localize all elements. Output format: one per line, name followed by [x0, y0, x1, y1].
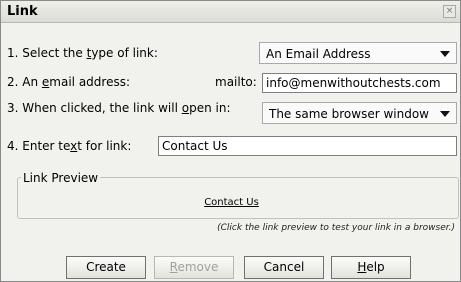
link-text-input[interactable]: Contact Us [158, 136, 457, 156]
open-in-label: 3. When clicked, the link will open in: [7, 101, 230, 115]
link-type-label-text-end: ype of link: [91, 46, 158, 60]
email-address-input[interactable]: info@menwithoutchests.com [262, 73, 457, 93]
link-text-label-text-end: t for link: [77, 139, 132, 153]
title-bar: Link × [1, 1, 460, 23]
link-preview[interactable]: Contact Us [1, 197, 461, 208]
chevron-down-icon [440, 111, 450, 117]
chevron-down-icon [440, 51, 450, 57]
close-icon[interactable]: × [443, 5, 456, 18]
link-type-label-text: 1. Select the [7, 46, 87, 60]
link-type-label: 1. Select the type of link: [7, 46, 158, 60]
link-text-label-text: 4. Enter te [7, 139, 71, 153]
remove-button[interactable]: Remove [154, 256, 234, 279]
cancel-button[interactable]: Cancel [244, 256, 324, 279]
dialog-title: Link [7, 4, 38, 19]
email-address-value: info@menwithoutchests.com [266, 76, 441, 90]
email-label-text: 2. An [7, 75, 42, 89]
email-label-text-end: mail address: [49, 75, 131, 89]
link-text-label: 4. Enter text for link: [7, 139, 131, 153]
help-button[interactable]: Help [331, 256, 411, 279]
open-in-value: The same browser window [269, 107, 429, 121]
help-button-label: elp [366, 260, 385, 274]
link-preview-legend: Link Preview [21, 171, 101, 185]
help-button-accel: H [357, 260, 367, 274]
open-in-select[interactable]: The same browser window [262, 102, 457, 124]
email-label: 2. An email address: [7, 75, 130, 89]
preview-hint: (Click the link preview to test your lin… [217, 223, 455, 233]
link-type-select[interactable]: An Email Address [259, 42, 457, 64]
remove-button-label: emove [177, 260, 219, 274]
open-in-label-text-end: pen in: [189, 101, 231, 115]
create-button[interactable]: Create [66, 256, 146, 279]
link-text-value: Contact Us [162, 139, 228, 153]
link-type-value: An Email Address [266, 47, 371, 61]
open-in-label-accel: o [181, 101, 190, 115]
mailto-prefix: mailto: [215, 75, 257, 89]
open-in-label-text: 3. When clicked, the link will [7, 101, 182, 115]
link-dialog: Link × 1. Select the type of link: An Em… [0, 0, 461, 282]
